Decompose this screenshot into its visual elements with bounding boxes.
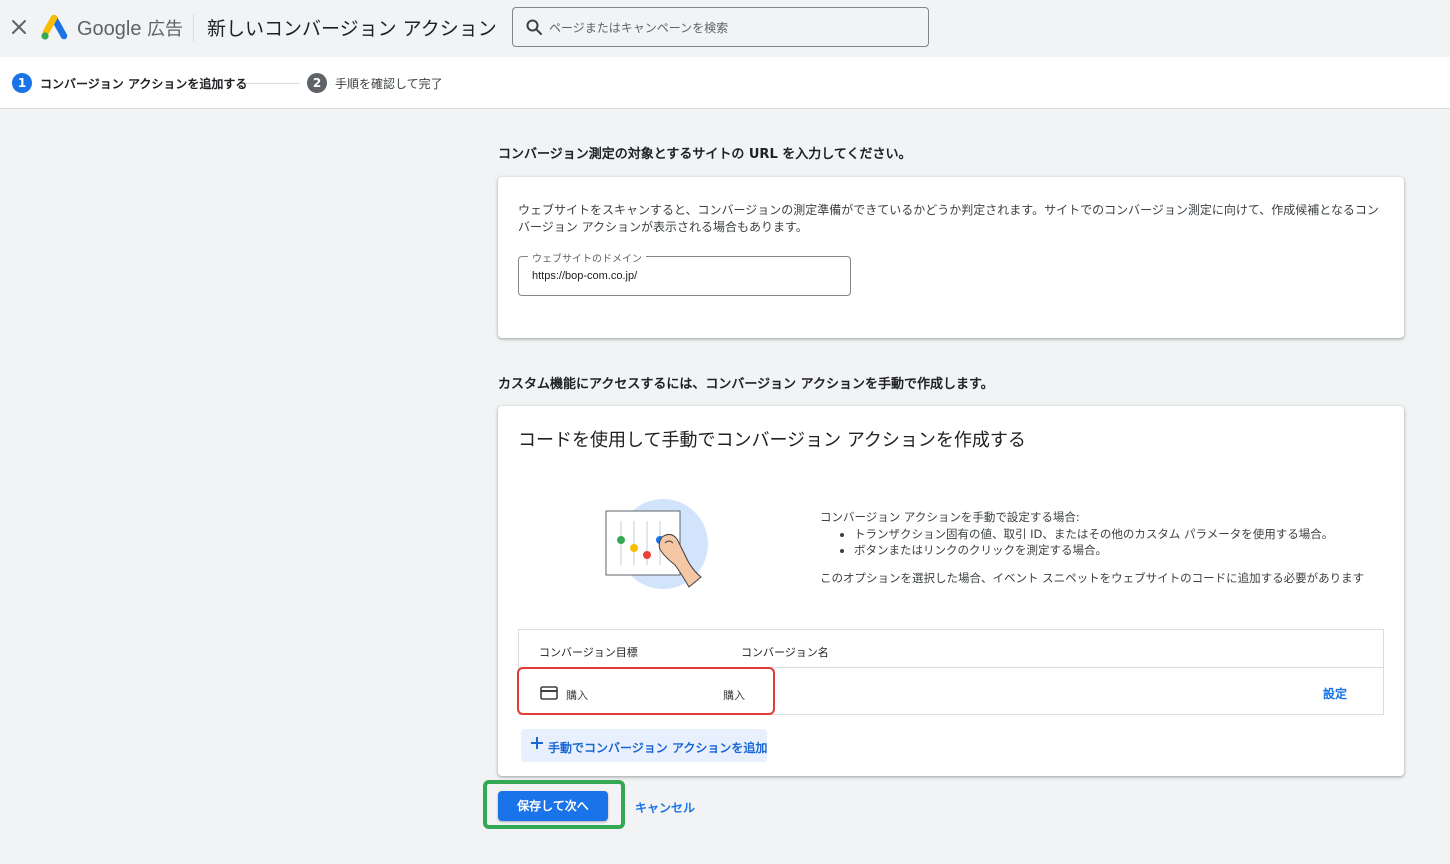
conversion-table: コンバージョン目標 コンバージョン名 購入 購入 設定: [518, 629, 1384, 715]
table-row-name: 購入: [723, 689, 745, 702]
step-2-number: 2: [307, 73, 327, 93]
header-divider: [193, 14, 194, 42]
table-row-goal: 購入: [566, 689, 588, 702]
setting-link[interactable]: 設定: [1323, 685, 1347, 702]
manual-option-intro: コンバージョン アクションを手動で設定する場合:: [820, 510, 1080, 524]
credit-card-icon: [540, 686, 558, 700]
manual-option-bullet-2: ボタンまたはリンクのクリックを測定する場合。: [854, 542, 1380, 559]
plus-icon: [531, 737, 543, 749]
search-icon: [526, 19, 542, 35]
table-divider: [519, 667, 1383, 668]
step-2-label[interactable]: 手順を確認して完了: [335, 75, 443, 92]
table-header-goal: コンバージョン目標: [539, 646, 638, 659]
brand-google: Google: [77, 18, 142, 40]
search-input[interactable]: [549, 17, 919, 39]
search-box[interactable]: [512, 7, 929, 47]
domain-field[interactable]: ウェブサイトのドメイン: [518, 250, 851, 296]
website-section-heading: コンバージョン測定の対象とするサイトの URL を入力してください。: [498, 147, 912, 162]
step-1-number: 1: [12, 73, 32, 93]
manual-card: コードを使用して手動でコンバージョン アクションを作成する コンバージョン アク…: [498, 406, 1404, 776]
page-title: 新しいコンバージョン アクション: [207, 18, 497, 40]
cancel-button[interactable]: キャンセル: [635, 799, 695, 816]
add-manual-conversion-label: 手動でコンバージョン アクションを追加: [548, 741, 768, 755]
brand-suffix: 広告: [147, 19, 184, 39]
website-description: ウェブサイトをスキャンすると、コンバージョンの測定準備ができているかどうか判定さ…: [518, 203, 1379, 234]
google-ads-logo-icon: [41, 15, 68, 40]
manual-section-heading: カスタム機能にアクセスするには、コンバージョン アクションを手動で作成します。: [498, 377, 994, 392]
step-connector: [246, 83, 300, 84]
stepper: 1 コンバージョン アクションを追加する 2 手順を確認して完了: [0, 57, 1450, 109]
manual-setup-illustration: [605, 499, 708, 589]
domain-input[interactable]: [532, 267, 832, 285]
table-header-name: コンバージョン名: [741, 646, 829, 659]
manual-option-note: このオプションを選択した場合、イベント スニペットをウェブサイトのコードに追加す…: [820, 571, 1365, 585]
manual-card-title: コードを使用して手動でコンバージョン アクションを作成する: [518, 430, 1026, 451]
manual-option-list: トランザクション固有の値、取引 ID、またはその他のカスタム パラメータを使用す…: [854, 526, 1380, 559]
close-icon[interactable]: [8, 16, 30, 38]
manual-option-text: コンバージョン アクションを手動で設定する場合: トランザクション固有の値、取引…: [820, 509, 1380, 559]
step-1-label[interactable]: コンバージョン アクションを追加する: [40, 75, 247, 92]
domain-label: ウェブサイトのドメイン: [528, 250, 646, 265]
brand-name: Google 広告: [77, 15, 183, 41]
save-and-next-button[interactable]: 保存して次へ: [498, 791, 608, 821]
website-card: ウェブサイトをスキャンすると、コンバージョンの測定準備ができているかどうか判定さ…: [498, 177, 1404, 338]
manual-option-bullet-1: トランザクション固有の値、取引 ID、またはその他のカスタム パラメータを使用す…: [854, 526, 1380, 543]
top-bar: Google 広告 新しいコンバージョン アクション: [0, 0, 1450, 56]
add-manual-conversion-button[interactable]: 手動でコンバージョン アクションを追加: [521, 729, 767, 762]
